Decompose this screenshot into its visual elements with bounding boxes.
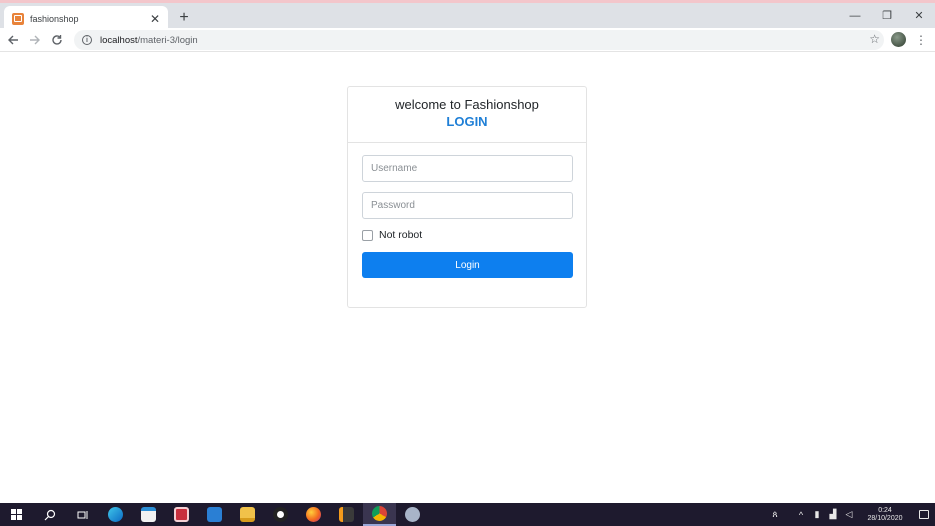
welcome-text: welcome to Fashionshop [395,97,539,112]
login-button[interactable]: Login [362,252,573,278]
restore-button[interactable]: ❐ [871,3,903,28]
store-icon[interactable] [132,503,165,526]
back-icon[interactable] [3,30,23,50]
url-host: localhost [100,34,138,46]
people-icon[interactable]: ጰ [767,509,783,520]
firefox-icon[interactable] [297,503,330,526]
volume-icon[interactable]: ◁ [841,509,857,520]
browser-toolbar: i localhost /materi-3/login ☆ [0,28,935,52]
minimize-button[interactable]: — [839,3,871,28]
search-icon[interactable] [33,503,66,526]
chevron-up-icon[interactable]: ^ [793,510,809,520]
browser-menu-icon[interactable]: ⋮ [914,30,928,50]
address-bar[interactable]: i localhost /materi-3/login ☆ [74,30,884,50]
info-icon[interactable]: i [82,35,92,45]
username-input[interactable] [362,155,573,182]
sublime-text-icon[interactable] [330,503,363,526]
new-tab-button[interactable]: + [175,9,193,27]
not-robot-checkbox[interactable] [362,229,373,241]
start-icon[interactable] [0,503,33,526]
clock[interactable]: 0:24 28/10/2020 [863,507,907,523]
tab-title: fashionshop [30,13,79,24]
not-robot-label: Not robot [379,229,423,241]
taskbar: ጰ ^ ▮ ▟ ◁ 0:24 28/10/2020 [0,503,935,526]
close-window-button[interactable]: ✕ [903,3,935,28]
mail-icon[interactable] [198,503,231,526]
edge-icon[interactable] [99,503,132,526]
network-icon[interactable]: ▟ [825,509,841,520]
media-app-icon[interactable] [264,503,297,526]
forward-icon[interactable] [25,30,45,50]
login-card: welcome to Fashionshop LOGIN Not robot L… [347,86,587,308]
profile-avatar[interactable] [891,32,906,47]
favicon-icon [12,12,24,25]
clock-time: 0:24 [878,506,892,514]
not-robot-row: Not robot [362,229,572,241]
url-path: /materi-3/login [137,34,198,46]
card-header: welcome to Fashionshop LOGIN [348,87,586,143]
reload-icon[interactable] [47,30,67,50]
tab-close-icon[interactable]: ✕ [148,12,162,26]
system-tray: ጰ ^ ▮ ▟ ◁ 0:24 28/10/2020 [767,503,935,526]
file-explorer-icon[interactable] [231,503,264,526]
chrome-icon[interactable] [363,503,396,526]
app-icon[interactable] [396,503,429,526]
bookmark-star-icon[interactable]: ☆ [869,32,880,46]
clock-date: 28/10/2020 [867,514,903,522]
battery-icon[interactable]: ▮ [809,509,825,520]
tab-strip: fashionshop ✕ + — ❐ ✕ [0,0,935,31]
window-controls: — ❐ ✕ [839,3,935,28]
login-heading: LOGIN [446,114,488,129]
card-body: Not robot Login [348,143,586,290]
task-view-icon[interactable] [66,503,99,526]
gift-app-icon[interactable] [165,503,198,526]
password-input[interactable] [362,192,573,219]
notification-icon[interactable] [913,503,935,526]
